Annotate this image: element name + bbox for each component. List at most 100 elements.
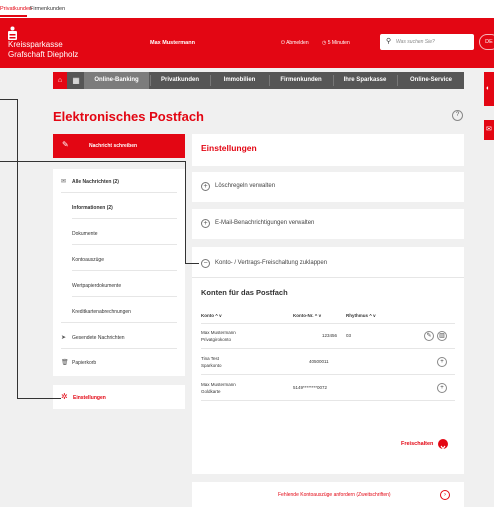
pencil-icon[interactable]: ✎ <box>424 331 434 341</box>
sort-icon: ^ v <box>314 313 322 318</box>
account-owner: Max Mustermann <box>201 382 236 387</box>
callout-line <box>17 398 61 399</box>
sort-icon: ^ v <box>369 313 376 318</box>
bank-name-line1: Kreissparkasse <box>8 40 63 49</box>
account-type: Privatgirokonto <box>201 337 232 342</box>
email-notifications-label: E-Mail-Benachrichtigungen verwalten <box>215 220 315 226</box>
folder-kreditkartenabrechnungen[interactable]: Kreditkartenabrechnungen <box>72 309 131 315</box>
account-owner: Tina Test <box>201 356 220 361</box>
divider <box>72 296 177 297</box>
help-icon[interactable]: ? <box>452 110 463 121</box>
missing-statements-panel: Fehlende Kontoauszüge anfordern (Zweitsc… <box>192 482 464 507</box>
divider <box>201 348 455 349</box>
email-notifications-panel[interactable]: + E-Mail-Benachrichtigungen verwalten <box>192 209 464 239</box>
table-row-1-rhythm: 03 <box>346 333 352 338</box>
folder-wertpapierdokumente[interactable]: Wertpapierdokumente <box>72 283 121 289</box>
plus-icon: + <box>201 219 210 228</box>
col-konto-header[interactable]: Konto ^ v <box>201 313 222 318</box>
table-row-1-name: Max Mustermann Privatgirokonto <box>201 329 236 343</box>
business-link[interactable]: Firmenkunden <box>30 6 65 12</box>
nav-privatkunden[interactable]: Privatkunden <box>151 72 209 89</box>
col-rhythmus-label: Rhythmus <box>346 313 369 318</box>
callout-line <box>17 99 18 399</box>
callout-line <box>0 99 18 100</box>
divider <box>72 218 177 219</box>
nav-online-service[interactable]: Online-Service <box>398 72 464 89</box>
folder-kontoauszuege[interactable]: Kontoauszüge <box>72 257 104 263</box>
divider <box>201 400 455 401</box>
missing-statements-link[interactable]: Fehlende Kontoauszüge anfordern (Zweitsc… <box>278 492 391 498</box>
plus-icon[interactable]: + <box>437 383 447 393</box>
minus-icon[interactable]: − <box>201 259 210 268</box>
unlock-arrow-icon[interactable] <box>438 439 448 450</box>
nav-immobilien[interactable]: Immobilien <box>211 72 268 89</box>
main-nav: ⌂ ▦ Online-Banking Privatkunden Immobili… <box>53 72 464 89</box>
callout-line <box>0 161 185 162</box>
divider <box>201 323 455 324</box>
page-title: Elektronisches Postfach <box>53 109 204 124</box>
side-tab-mail[interactable]: ✉ <box>484 120 494 140</box>
settings-label: Einstellungen <box>73 395 106 401</box>
grid-icon[interactable]: ▦ <box>69 72 83 89</box>
accounts-title: Konten für das Postfach <box>201 288 288 297</box>
plus-icon: + <box>201 182 210 191</box>
side-tab-icon: ◐ <box>486 85 491 92</box>
folder-trash[interactable]: Papierkorb <box>72 360 96 366</box>
folder-all-messages[interactable]: Alle Nachrichten (2) <box>72 179 119 185</box>
session-timer: ◷ 5 Minuten <box>322 40 350 46</box>
write-message-button[interactable]: ✎ Nachricht schreiben <box>53 134 185 158</box>
folder-informationen[interactable]: Informationen (2) <box>72 205 113 211</box>
arrow-right-icon[interactable]: › <box>440 490 450 500</box>
divider <box>61 322 177 323</box>
search-placeholder: Was suchen Sie? <box>396 39 435 45</box>
table-row-1-nr: 123456 <box>322 333 338 338</box>
home-icon[interactable]: ⌂ <box>53 72 67 89</box>
search-input[interactable]: ⚲ Was suchen Sie? <box>380 34 474 50</box>
sparkasse-logo-icon[interactable] <box>8 26 17 40</box>
nav-ihre-sparkasse[interactable]: Ihre Sparkasse <box>334 72 396 89</box>
account-unlock-collapse-link[interactable]: Konto- / Vertrags-Freischaltung zuklappe… <box>215 260 327 266</box>
divider <box>192 277 464 278</box>
divider <box>61 348 177 349</box>
plus-icon[interactable]: + <box>437 357 447 367</box>
divider <box>72 244 177 245</box>
table-row-2-nr: 40500011 <box>309 359 329 364</box>
logout-link[interactable]: ⏻ Abmelden <box>281 40 309 46</box>
col-nr-label: Konto-Nr. <box>293 313 314 318</box>
table-row-3-name: Max Mustermann Goldkarte <box>201 381 236 395</box>
table-row-3-nr: 5149********0072 <box>293 385 328 390</box>
account-unlock-panel: − Konto- / Vertrags-Freischaltung zuklap… <box>192 247 464 474</box>
unlock-button[interactable]: Freischalten <box>401 441 433 447</box>
sort-icon: ^ v <box>215 313 222 318</box>
envelope-icon: ✉ <box>486 126 492 133</box>
pencil-icon: ✎ <box>62 140 69 149</box>
settings-header-panel: Einstellungen <box>192 134 464 166</box>
private-link[interactable]: Privatkunden <box>0 6 32 12</box>
nav-firmenkunden[interactable]: Firmenkunden <box>270 72 332 89</box>
account-type: Goldkarte <box>201 389 221 394</box>
table-row-2-name: Tina Test Sparkonto <box>201 355 222 369</box>
active-underline <box>0 15 27 17</box>
gear-icon: ✲ <box>61 392 68 401</box>
settings-title: Einstellungen <box>201 143 257 153</box>
timer-label: 5 Minuten <box>327 40 350 46</box>
bank-name-line2: Grafschaft Diepholz <box>8 50 79 59</box>
write-message-label: Nachricht schreiben <box>89 143 138 149</box>
folder-dokumente[interactable]: Dokumente <box>72 231 98 237</box>
trash-icon[interactable]: ▥ <box>437 331 447 341</box>
folder-list: ✉ Alle Nachrichten (2) Informationen (2)… <box>53 169 185 376</box>
col-konto-label: Konto <box>201 313 214 318</box>
language-switch[interactable]: DE <box>479 34 494 50</box>
col-rhythmus-header[interactable]: Rhythmus ^ v <box>346 313 376 318</box>
nav-online-banking[interactable]: Online-Banking <box>84 72 149 89</box>
side-tab-top[interactable]: ◐ <box>484 72 494 106</box>
sidebar-settings-item[interactable]: ✲ Einstellungen <box>53 385 185 409</box>
logout-label: Abmelden <box>286 40 309 46</box>
folder-sent[interactable]: Gesendete Nachrichten <box>72 335 125 341</box>
clock-icon: ◷ <box>322 40 327 46</box>
delete-rules-panel[interactable]: + Löschregeln verwalten <box>192 172 464 202</box>
col-nr-header[interactable]: Konto-Nr. ^ v <box>293 313 321 318</box>
top-bar: Privatkunden Firmenkunden <box>0 0 494 18</box>
envelope-icon: ✉ <box>61 179 67 185</box>
paper-plane-icon: ➤ <box>61 335 67 341</box>
